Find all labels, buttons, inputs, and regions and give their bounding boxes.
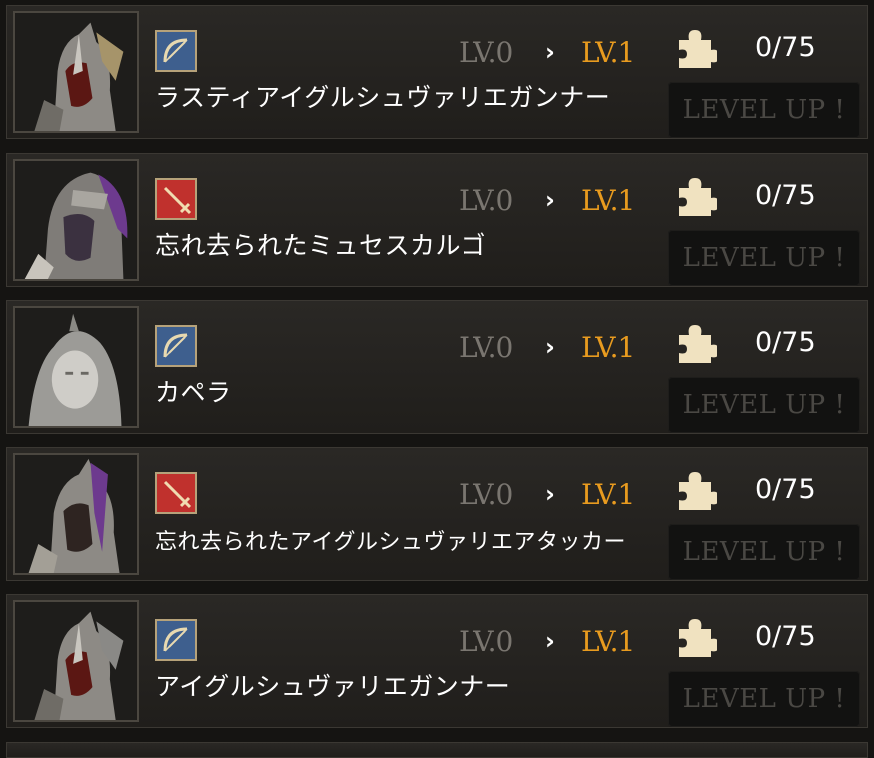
puzzle-piece-icon bbox=[673, 468, 719, 512]
list-item: 忘れ去られたミュセスカルゴ LV.0 › LV.1 0/75 LEVEL UP … bbox=[6, 153, 868, 287]
puzzle-piece-icon bbox=[673, 174, 719, 218]
target-level: LV.1 bbox=[581, 625, 635, 658]
chevron-right-icon: › bbox=[545, 333, 555, 361]
puzzle-piece-icon bbox=[673, 26, 719, 70]
character-portrait[interactable] bbox=[13, 600, 139, 722]
bow-class-icon bbox=[155, 619, 197, 661]
character-name: 忘れ去られたアイグルシュヴァリエアタッカー bbox=[155, 530, 626, 555]
character-portrait[interactable] bbox=[13, 11, 139, 133]
chevron-right-icon: › bbox=[545, 186, 555, 214]
unit-levelup-list: ラスティアイグルシュヴァリエガンナー LV.0 › LV.1 0/75 LEVE… bbox=[0, 0, 874, 758]
target-level: LV.1 bbox=[581, 184, 635, 217]
current-level: LV.0 bbox=[459, 625, 513, 658]
chevron-right-icon: › bbox=[545, 38, 555, 66]
level-up-button[interactable]: LEVEL UP ! bbox=[668, 671, 860, 727]
chevron-right-icon: › bbox=[545, 480, 555, 508]
piece-count: 0/75 bbox=[755, 621, 816, 652]
level-up-button[interactable]: LEVEL UP ! bbox=[668, 524, 860, 580]
list-item: アイグルシュヴァリエガンナー LV.0 › LV.1 0/75 LEVEL UP… bbox=[6, 594, 868, 728]
chevron-right-icon: › bbox=[545, 627, 555, 655]
current-level: LV.0 bbox=[459, 478, 513, 511]
character-name: 忘れ去られたミュセスカルゴ bbox=[155, 231, 487, 260]
target-level: LV.1 bbox=[581, 331, 635, 364]
character-name: ラスティアイグルシュヴァリエガンナー bbox=[155, 83, 611, 112]
list-item: 忘れ去られたアイグルシュヴァリエアタッカー LV.0 › LV.1 0/75 L… bbox=[6, 447, 868, 581]
list-item: カペラ LV.0 › LV.1 0/75 LEVEL UP ! bbox=[6, 300, 868, 434]
puzzle-piece-icon bbox=[673, 615, 719, 659]
list-item: ラスティアイグルシュヴァリエガンナー LV.0 › LV.1 0/75 LEVE… bbox=[6, 5, 868, 139]
piece-count: 0/75 bbox=[755, 180, 816, 211]
character-portrait[interactable] bbox=[13, 453, 139, 575]
level-up-button[interactable]: LEVEL UP ! bbox=[668, 230, 860, 286]
character-name: カペラ bbox=[155, 378, 232, 407]
level-up-button[interactable]: LEVEL UP ! bbox=[668, 377, 860, 433]
current-level: LV.0 bbox=[459, 36, 513, 69]
sword-class-icon bbox=[155, 472, 197, 514]
list-item-partial bbox=[6, 742, 868, 758]
bow-class-icon bbox=[155, 325, 197, 367]
current-level: LV.0 bbox=[459, 331, 513, 364]
target-level: LV.1 bbox=[581, 36, 635, 69]
current-level: LV.0 bbox=[459, 184, 513, 217]
character-portrait[interactable] bbox=[13, 159, 139, 281]
piece-count: 0/75 bbox=[755, 474, 816, 505]
character-portrait[interactable] bbox=[13, 306, 139, 428]
target-level: LV.1 bbox=[581, 478, 635, 511]
bow-class-icon bbox=[155, 30, 197, 72]
level-up-button[interactable]: LEVEL UP ! bbox=[668, 82, 860, 138]
puzzle-piece-icon bbox=[673, 321, 719, 365]
piece-count: 0/75 bbox=[755, 327, 816, 358]
character-name: アイグルシュヴァリエガンナー bbox=[155, 672, 511, 701]
sword-class-icon bbox=[155, 178, 197, 220]
piece-count: 0/75 bbox=[755, 32, 816, 63]
